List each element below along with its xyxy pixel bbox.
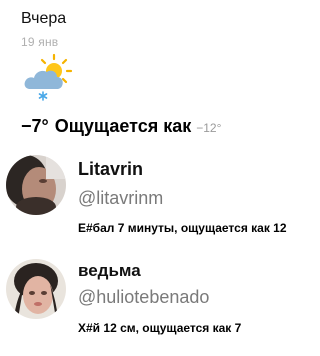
- date-label: 19 янв: [21, 35, 59, 49]
- tweet-text: Е#бал 7 минуты, ощущается как 12: [78, 221, 287, 235]
- tweet-text: Х#й 12 см, ощущается как 7: [78, 321, 242, 335]
- avatar[interactable]: [6, 155, 66, 215]
- tweet-card[interactable]: ведьма @huliotebenado Х#й 12 см, ощущает…: [0, 252, 309, 356]
- author-handle[interactable]: @huliotebenado: [78, 287, 209, 308]
- author-name[interactable]: ведьма: [78, 261, 141, 281]
- day-label: Вчера: [21, 10, 67, 27]
- partly-cloudy-snow-icon: [22, 53, 74, 101]
- avatar[interactable]: [6, 259, 66, 319]
- feels-like-label: Ощущается как: [54, 116, 192, 136]
- temperature-row: −7° Ощущается как −12°: [21, 116, 221, 137]
- feels-like-value: −12°: [196, 121, 222, 135]
- author-name[interactable]: Litavrin: [78, 159, 143, 180]
- tweet-card[interactable]: Litavrin @litavrinm Е#бал 7 минуты, ощущ…: [0, 150, 309, 250]
- temperature-value: −7°: [21, 116, 49, 136]
- weather-card: Вчера 19 янв −7° Ощущается как −12°: [0, 0, 309, 145]
- author-handle[interactable]: @litavrinm: [78, 188, 163, 209]
